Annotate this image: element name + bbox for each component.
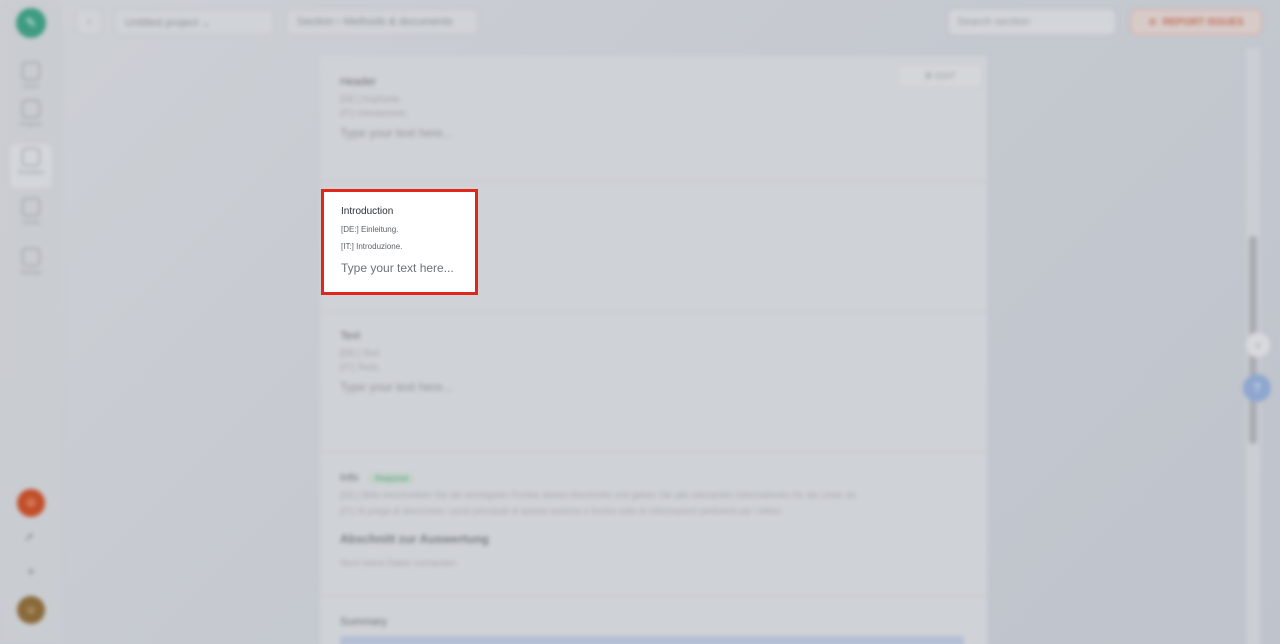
divider (320, 596, 987, 597)
divider (320, 452, 987, 453)
section-it: [IT:] Intestazione. (340, 108, 409, 118)
summary-input[interactable] (340, 636, 964, 644)
sidebar-item-library[interactable]: Library (10, 194, 52, 234)
edit-button[interactable]: ⌘ EDIT (897, 64, 983, 88)
template-icon (22, 148, 40, 166)
report-issues-button[interactable]: ⊘ REPORT ISSUES (1130, 9, 1262, 35)
sidebar-item-label: Library (21, 220, 41, 226)
section-title: Header (340, 76, 377, 88)
sidebar-item-settings[interactable]: Settings (10, 244, 52, 284)
plus-icon[interactable]: + (24, 564, 38, 578)
sidebar-item-label: Projects (20, 122, 42, 128)
search-input[interactable]: Search section (948, 9, 1116, 35)
section-de: [DE:] Einleitung. (341, 225, 399, 234)
info-section: Info Required [DE:] Bitte beschreiben Si… (340, 472, 960, 568)
sidebar-item-label: Home (22, 84, 39, 90)
info-line-it: [IT:] Si prega di descrivere i punti pri… (340, 506, 784, 516)
app-logo[interactable]: ✎ (16, 8, 46, 38)
alert-icon: ⊘ (1148, 16, 1157, 28)
app-window: ✎ Home Projects Templates Library Settin… (0, 0, 1280, 644)
section-it: [IT:] Introduzione. (341, 242, 403, 251)
sidebar: ✎ Home Projects Templates Library Settin… (0, 0, 62, 644)
section-text-input[interactable]: Type your text here... (341, 261, 475, 275)
user-avatar[interactable]: U (17, 596, 45, 624)
help-button[interactable]: ? (1243, 374, 1271, 402)
library-icon (22, 198, 40, 216)
report-issues-label: REPORT ISSUES (1162, 16, 1244, 28)
info-line-de: [DE:] Bitte beschreiben Sie die wichtigs… (340, 490, 859, 500)
required-badge: Required (369, 473, 414, 484)
sidebar-item-label: Settings (20, 270, 42, 276)
gear-icon (22, 248, 40, 266)
sidebar-item-projects[interactable]: Projects (10, 96, 52, 136)
summary-section: Summary (340, 616, 387, 628)
section-title: Text (340, 330, 361, 342)
info-title: Info (340, 472, 359, 484)
breadcrumb[interactable]: Section › Methods & documents (286, 9, 478, 35)
info-muted: Noch keine Daten vorhanden (340, 558, 457, 568)
home-icon (22, 62, 40, 80)
sidebar-item-label: Templates (17, 170, 45, 176)
blurred-background: ✎ Home Projects Templates Library Settin… (0, 0, 1280, 644)
section-de: [DE:] Kopfzeile. (340, 94, 403, 104)
back-button[interactable]: ‹ (76, 9, 102, 35)
section-title: Info Required (340, 472, 960, 484)
introduction-section: Introduction [DE:] Einleitung. [IT:] Int… (321, 189, 478, 295)
info-heading: Abschnitt zur Auswertung (340, 532, 489, 546)
collapse-panel-button[interactable]: ‹ (1245, 332, 1271, 358)
rocket-icon[interactable]: ➚ (24, 530, 38, 544)
notification-avatar[interactable]: O (17, 489, 45, 517)
section-de: [DE:] Text. (340, 348, 382, 358)
section-title: Summary (340, 616, 388, 628)
divider (320, 312, 987, 313)
folder-icon (22, 100, 40, 118)
section-title: Introduction (341, 206, 394, 217)
sidebar-item-templates[interactable]: Templates (10, 144, 52, 188)
section-text-input[interactable]: Type your text here... (340, 380, 453, 394)
sidebar-item-home[interactable]: Home (10, 58, 52, 98)
project-select[interactable]: Untitled project ⌄ (114, 9, 274, 35)
divider (320, 181, 987, 182)
section-text-input[interactable]: Type your text here... (340, 126, 453, 140)
section-it: [IT:] Testo. (340, 362, 381, 372)
header-section: Header [DE:] Kopfzeile. [IT:] Intestazio… (340, 76, 453, 140)
text-section: Text [DE:] Text. [IT:] Testo. Type your … (340, 330, 453, 394)
